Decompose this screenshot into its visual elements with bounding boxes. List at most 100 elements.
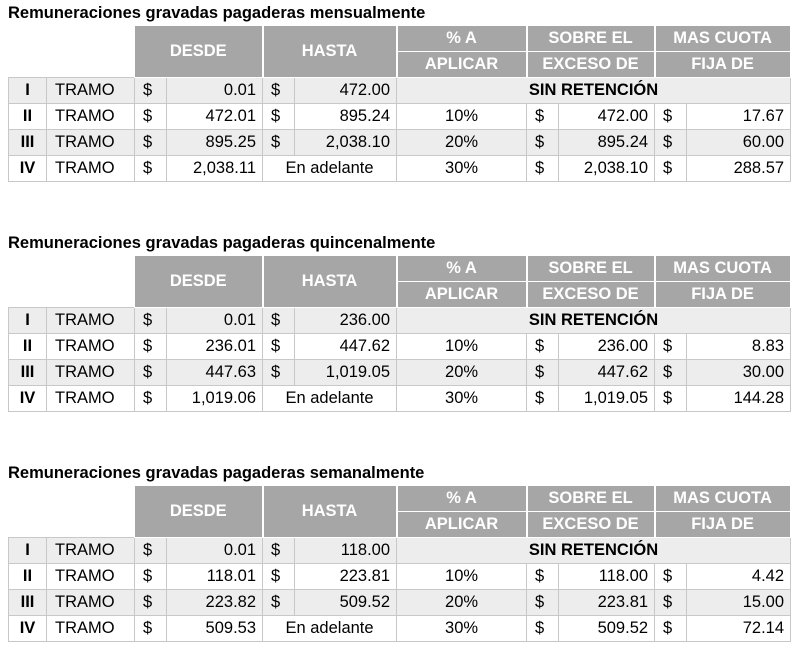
header-sobre-line2: EXCESO DE: [526, 281, 656, 308]
header-cuota-line2: FIJA DE: [654, 511, 792, 538]
sin-retencion-label: SIN RETENCIÓN: [396, 307, 792, 334]
header-cuota-line1: MAS CUOTA: [654, 25, 792, 52]
cuota-value: 30.00: [686, 359, 792, 386]
desde-value: 118.01: [165, 563, 264, 590]
retention-table: DESDE HASTA % A SOBRE EL MAS CUOTA APLIC…: [8, 485, 792, 642]
table-header-row: DESDE HASTA % A SOBRE EL MAS CUOTA: [9, 255, 792, 308]
retention-table: DESDE HASTA % A SOBRE EL MAS CUOTA APLIC…: [8, 255, 792, 412]
currency-symbol: $: [262, 307, 296, 334]
header-blank: [9, 256, 135, 308]
header-desde: DESDE: [133, 25, 264, 78]
cuota-value: 15.00: [686, 589, 792, 616]
tramo-number: IV: [8, 155, 47, 182]
tramo-label: TRAMO: [46, 359, 135, 386]
currency-symbol: $: [654, 359, 688, 386]
pct-value: 30%: [396, 615, 528, 642]
section-title: Remuneraciones gravadas pagaderas semana…: [8, 464, 425, 482]
desde-value: 2,038.11: [165, 155, 264, 182]
tramo-label: TRAMO: [46, 155, 135, 182]
sobre-value: 118.00: [558, 563, 656, 590]
currency-symbol: $: [134, 77, 167, 104]
tramo-label: TRAMO: [46, 537, 135, 564]
currency-symbol: $: [654, 155, 688, 182]
hasta-en-adelante: En adelante: [262, 615, 398, 642]
header-sobre-line2: EXCESO DE: [526, 511, 656, 538]
header-blank: [9, 486, 135, 538]
header-pct-line1: % A: [396, 485, 528, 512]
tramo-label: TRAMO: [46, 103, 135, 130]
currency-symbol: $: [654, 103, 688, 130]
table-header-row: DESDE HASTA % A SOBRE EL MAS CUOTA: [9, 485, 792, 538]
hasta-value: 118.00: [294, 537, 398, 564]
tramo-label: TRAMO: [46, 563, 135, 590]
header-pct-line1: % A: [396, 255, 528, 282]
hasta-value: 509.52: [294, 589, 398, 616]
currency-symbol: $: [134, 615, 167, 642]
sin-retencion-label: SIN RETENCIÓN: [396, 537, 792, 564]
cuota-value: 72.14: [686, 615, 792, 642]
cuota-value: 144.28: [686, 385, 792, 412]
tramo-label: TRAMO: [46, 615, 135, 642]
currency-symbol: $: [526, 589, 560, 616]
pct-value: 20%: [396, 359, 528, 386]
header-pct-line2: APLICAR: [396, 511, 528, 538]
cuota-value: 288.57: [686, 155, 792, 182]
hasta-value: 236.00: [294, 307, 398, 334]
tramo-number: I: [8, 307, 47, 334]
section-title: Remuneraciones gravadas pagaderas quince…: [8, 234, 436, 252]
desde-value: 0.01: [165, 77, 264, 104]
currency-symbol: $: [262, 563, 296, 590]
desde-value: 0.01: [165, 307, 264, 334]
cuota-value: 60.00: [686, 129, 792, 156]
tramo-number: IV: [8, 615, 47, 642]
table-row: II TRAMO $ 236.01 $ 447.62 10% $ 236.00 …: [8, 333, 792, 360]
currency-symbol: $: [526, 615, 560, 642]
header-blank: [9, 26, 135, 78]
table-row: I TRAMO $ 0.01 $ 472.00 SIN RETENCIÓN: [8, 77, 792, 104]
currency-symbol: $: [134, 385, 167, 412]
currency-symbol: $: [654, 333, 688, 360]
currency-symbol: $: [654, 589, 688, 616]
currency-symbol: $: [134, 563, 167, 590]
currency-symbol: $: [134, 129, 167, 156]
currency-symbol: $: [134, 307, 167, 334]
tramo-label: TRAMO: [46, 333, 135, 360]
currency-symbol: $: [654, 615, 688, 642]
header-pct-line2: APLICAR: [396, 281, 528, 308]
header-cuota-line1: MAS CUOTA: [654, 255, 792, 282]
header-cuota-line2: FIJA DE: [654, 51, 792, 78]
desde-value: 0.01: [165, 537, 264, 564]
tramo-label: TRAMO: [46, 77, 135, 104]
desde-value: 472.01: [165, 103, 264, 130]
currency-symbol: $: [262, 129, 296, 156]
header-cuota-line1: MAS CUOTA: [654, 485, 792, 512]
table-row: III TRAMO $ 223.82 $ 509.52 20% $ 223.81…: [8, 589, 792, 616]
currency-symbol: $: [262, 77, 296, 104]
table-row: III TRAMO $ 895.25 $ 2,038.10 20% $ 895.…: [8, 129, 792, 156]
sobre-value: 895.24: [558, 129, 656, 156]
sin-retencion-label: SIN RETENCIÓN: [396, 77, 792, 104]
currency-symbol: $: [134, 359, 167, 386]
hasta-value: 223.81: [294, 563, 398, 590]
table-row: II TRAMO $ 118.01 $ 223.81 10% $ 118.00 …: [8, 563, 792, 590]
header-cuota-line2: FIJA DE: [654, 281, 792, 308]
currency-symbol: $: [262, 589, 296, 616]
sobre-value: 236.00: [558, 333, 656, 360]
sobre-value: 447.62: [558, 359, 656, 386]
hasta-value: 2,038.10: [294, 129, 398, 156]
sobre-value: 1,019.05: [558, 385, 656, 412]
currency-symbol: $: [526, 385, 560, 412]
currency-symbol: $: [134, 589, 167, 616]
cuota-value: 4.42: [686, 563, 792, 590]
currency-symbol: $: [134, 537, 167, 564]
table-row: IV TRAMO $ 2,038.11 En adelante 30% $ 2,…: [8, 155, 792, 182]
hasta-value: 447.62: [294, 333, 398, 360]
cuota-value: 8.83: [686, 333, 792, 360]
sobre-value: 509.52: [558, 615, 656, 642]
currency-symbol: $: [262, 103, 296, 130]
currency-symbol: $: [654, 129, 688, 156]
tramo-label: TRAMO: [46, 129, 135, 156]
currency-symbol: $: [526, 103, 560, 130]
currency-symbol: $: [262, 359, 296, 386]
table-row: I TRAMO $ 0.01 $ 118.00 SIN RETENCIÓN: [8, 537, 792, 564]
